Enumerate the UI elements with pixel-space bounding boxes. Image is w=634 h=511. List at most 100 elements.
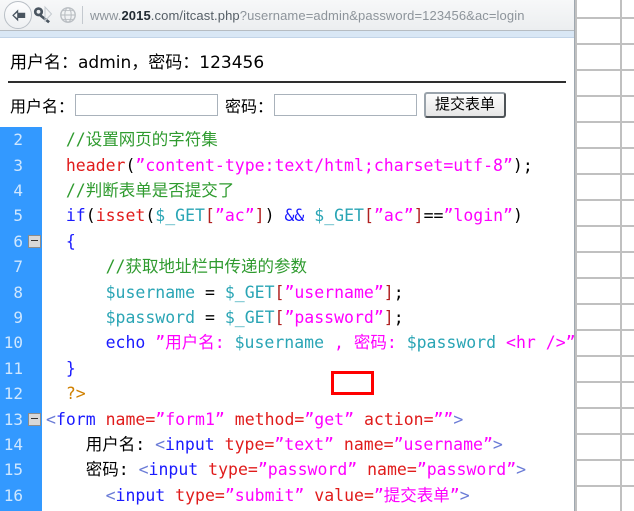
code-token: ”login”	[443, 206, 513, 226]
code-line[interactable]: 16 <input type=”submit” value=”提交表单”>	[0, 482, 574, 509]
code-line[interactable]: 3 header(”content-type:text/html;charset…	[0, 152, 574, 179]
password-input[interactable]	[274, 94, 418, 117]
code-token: ”password”	[257, 460, 358, 480]
url-file: itcast.php	[183, 7, 240, 23]
code-text: //设置网页的字符集	[42, 127, 218, 152]
password-label: 密码：	[225, 97, 274, 117]
echo-output-line: 用户名：admin，密码：123456	[10, 53, 265, 73]
code-token: echo	[105, 333, 146, 353]
code-token: ;	[522, 155, 533, 175]
line-number: 3	[0, 152, 27, 179]
grid-line-vertical	[575, 0, 577, 511]
code-token: header	[65, 155, 126, 175]
code-token: ””	[433, 409, 454, 429]
fold-column	[27, 228, 42, 255]
code-token: $username	[234, 333, 325, 353]
code-line[interactable]: 15 密码: <input type=”password” name=”pass…	[0, 457, 574, 483]
fold-column	[27, 431, 42, 458]
address-bar[interactable]: www. 2015 .com/itcast.php ?username=admin&p…	[90, 1, 574, 29]
code-token: form	[55, 409, 96, 429]
navigation-buttons	[0, 1, 79, 29]
toolbar-divider	[82, 6, 83, 24]
code-text: }	[42, 356, 76, 381]
code-token: ”password”	[416, 460, 517, 480]
code-token: ;	[393, 307, 404, 327]
code-token: =	[247, 460, 258, 480]
code-line[interactable]: 10 echo ”用户名: $username , 密码: $password …	[0, 330, 575, 356]
code-text: 密码: <input type=”password” name=”passwor…	[42, 457, 526, 482]
code-text: $password = $_GET[”password”];	[42, 305, 404, 330]
username-input[interactable]	[75, 94, 219, 117]
code-token: =	[264, 434, 275, 454]
back-icon[interactable]	[4, 1, 32, 29]
fold-column	[27, 178, 42, 204]
code-token: ”get”	[304, 409, 355, 429]
code-line[interactable]: 4 //判断表单是否提交了	[0, 178, 574, 204]
code-token: )	[512, 155, 523, 175]
code-token: =	[363, 485, 374, 505]
fold-column	[27, 254, 42, 280]
code-line[interactable]: 5 if(isset($_GET[”ac”]) && $_GET[”ac”]==…	[0, 203, 574, 229]
code-text: <form name=”form1” method=”get” action=”…	[42, 407, 463, 432]
code-token: input	[148, 460, 199, 480]
fold-column	[27, 482, 42, 509]
code-token: ”提交表单”	[373, 485, 460, 505]
line-number: 2	[0, 127, 27, 153]
code-token: 密码:	[46, 460, 139, 480]
line-number: 15	[0, 457, 27, 483]
horizontal-rule	[8, 81, 566, 83]
code-line[interactable]: 14 用户名: <input type=”text” name=”usernam…	[0, 431, 574, 458]
code-token: isset	[95, 206, 146, 226]
code-token: =	[423, 409, 434, 429]
code-line[interactable]: 9 $password = $_GET[”password”];	[0, 304, 574, 331]
code-token: >	[453, 409, 464, 429]
code-token: input	[115, 485, 166, 505]
page-load-strip	[0, 31, 574, 38]
code-line[interactable]: 13 <form name=”form1” method=”get” action…	[0, 406, 574, 432]
collapse-fold-icon[interactable]	[28, 412, 41, 426]
code-token: //判断表单是否提交了	[65, 181, 235, 201]
code-token: ]	[254, 206, 265, 226]
code-token: }	[65, 358, 76, 378]
code-line[interactable]: 12 ?>	[0, 381, 574, 407]
line-number: 13	[0, 406, 27, 432]
code-token: >	[459, 485, 470, 505]
code-token: ”form1”	[155, 409, 225, 429]
code-line[interactable]: 6 {	[0, 228, 574, 255]
globe-icon[interactable]	[57, 4, 79, 26]
code-token: >	[516, 460, 527, 480]
code-editor[interactable]: 2 //设置网页的字符集 3 header(”content-type:text/…	[0, 127, 574, 511]
code-token: name	[105, 409, 146, 429]
code-line[interactable]: 2 //设置网页的字符集	[0, 127, 574, 153]
code-token: <hr />”	[496, 333, 575, 353]
fold-column	[27, 330, 42, 356]
key-icon[interactable]	[31, 3, 55, 27]
line-number: 11	[0, 355, 27, 382]
line-number: 10	[0, 330, 27, 356]
code-token: , 密码:	[324, 333, 407, 353]
code-token: [	[204, 206, 215, 226]
code-token: ]	[413, 206, 424, 226]
code-token: ”username”	[284, 282, 384, 302]
page-content: 用户名：admin，密码：123456 用户名： 密码： 提交表单	[0, 38, 574, 119]
line-number: 5	[0, 203, 27, 229]
code-line[interactable]: 8 $username = $_GET[”username”];	[0, 279, 574, 305]
line-number: 8	[0, 279, 27, 305]
submit-form-button[interactable]: 提交表单	[424, 92, 507, 119]
code-token: ]	[383, 282, 394, 302]
code-token: [	[274, 307, 285, 327]
code-token: =	[195, 307, 225, 327]
code-line[interactable]: 11 }	[0, 355, 574, 382]
collapse-fold-icon[interactable]	[28, 235, 41, 248]
code-token: ==	[423, 206, 444, 226]
login-form: 用户名： 密码： 提交表单	[8, 92, 566, 119]
code-token: (	[145, 206, 156, 226]
code-line[interactable]: 7 //获取地址栏中传递的参数	[0, 254, 574, 280]
